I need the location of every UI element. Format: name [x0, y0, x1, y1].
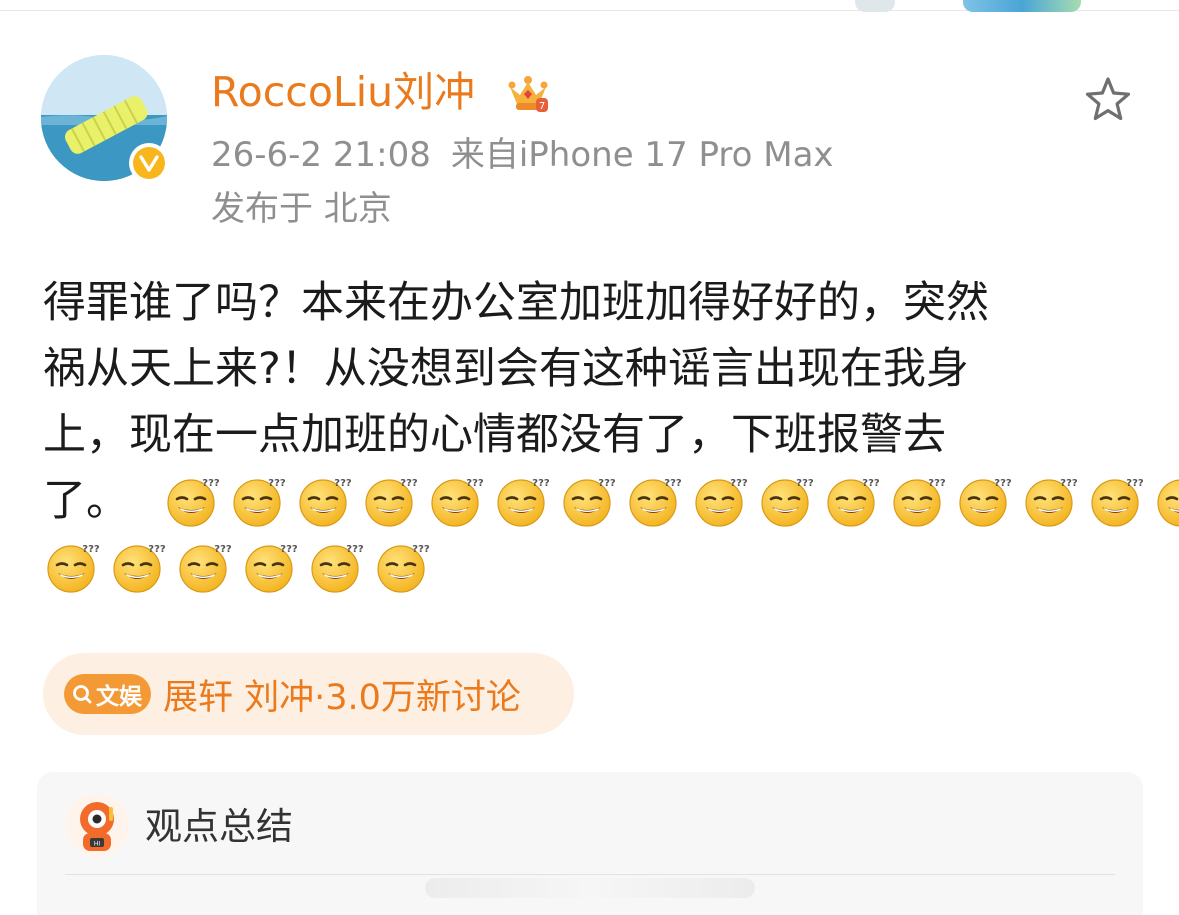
header-decoration	[855, 0, 895, 12]
svg-text:???: ???	[148, 544, 166, 555]
svg-text:???: ???	[280, 544, 298, 555]
post-timestamp: 26-6-2 21:08	[211, 135, 431, 175]
doge-sweat-emoji: ???	[311, 544, 364, 593]
post-text-segment: 上，现在一点加班的心情都没有了，下班报警去	[43, 410, 946, 460]
svg-text:???: ???	[994, 478, 1012, 489]
crown-icon: 7	[508, 76, 548, 112]
header-decoration-banner	[963, 0, 1081, 12]
doge-sweat-emoji: ???	[299, 478, 352, 527]
post-text-line: 了。??????????????????????????????????????…	[43, 468, 1179, 534]
svg-text:???: ???	[466, 478, 484, 489]
ai-assistant-avatar: HI	[65, 793, 129, 857]
search-icon	[73, 685, 92, 704]
doge-sweat-emoji: ???	[431, 478, 484, 527]
favorite-star-icon[interactable]	[1081, 73, 1135, 127]
doge-sweat-emoji: ???	[365, 478, 418, 527]
svg-text:???: ???	[214, 544, 232, 555]
svg-text:???: ???	[1060, 478, 1078, 489]
summary-loading-placeholder	[425, 878, 755, 898]
post-body: 得罪谁了吗？本来在办公室加班加得好好的，突然 祸从天上来?！从没想到会有这种谣言…	[43, 270, 1179, 600]
doge-sweat-emoji: ???	[563, 478, 616, 527]
doge-sweat-emoji: ???	[695, 478, 748, 527]
svg-text:???: ???	[796, 478, 814, 489]
topic-link[interactable]: 文娱 展轩 刘冲·3.0万新讨论	[43, 653, 574, 735]
robot-icon: HI	[65, 793, 129, 857]
svg-text:HI: HI	[94, 841, 101, 848]
topic-text: 展轩 刘冲·3.0万新讨论	[163, 669, 521, 720]
doge-sweat-emoji: ???	[893, 478, 946, 527]
svg-text:???: ???	[400, 478, 418, 489]
summary-divider	[65, 874, 1115, 875]
post-text-segment: 了。	[43, 476, 129, 526]
svg-text:???: ???	[334, 478, 352, 489]
author-name[interactable]: RoccoLiu刘冲	[211, 64, 475, 120]
svg-text:???: ???	[412, 544, 430, 555]
doge-sweat-emoji: ???	[827, 478, 880, 527]
summary-title: 观点总结	[145, 805, 293, 848]
post-location: 发布于 北京	[211, 189, 392, 229]
doge-sweat-emoji: ???	[245, 544, 298, 593]
svg-text:???: ???	[862, 478, 880, 489]
post-text-segment: 得罪谁了吗？本来在办公室加班加得好好的，突然	[43, 278, 989, 328]
emoji-line: ??????????????????	[43, 534, 1138, 600]
verified-icon	[129, 143, 169, 183]
doge-sweat-emoji: ???	[113, 544, 166, 593]
post-text-line: 得罪谁了吗？本来在办公室加班加得好好的，突然	[43, 270, 1138, 336]
svg-text:7: 7	[539, 101, 545, 112]
svg-text:???: ???	[268, 478, 286, 489]
svg-text:???: ???	[202, 478, 220, 489]
doge-sweat-emoji: ???	[1091, 478, 1144, 527]
doge-sweat-emoji: ???	[497, 478, 550, 527]
post-text-line: 上，现在一点加班的心情都没有了，下班报警去	[43, 402, 1138, 468]
post-meta: 26-6-2 21:08 来自iPhone 17 Pro Max	[211, 132, 834, 178]
doge-sweat-emoji: ???	[167, 478, 220, 527]
svg-text:???: ???	[598, 478, 616, 489]
topic-category-label: 文娱	[96, 684, 142, 710]
doge-sweat-emoji: ???	[629, 478, 682, 527]
doge-sweat-emoji: ???	[1025, 478, 1078, 527]
svg-text:???: ???	[532, 478, 550, 489]
doge-sweat-emoji: ???	[179, 544, 232, 593]
doge-sweat-emoji: ???	[1157, 479, 1179, 527]
doge-sweat-emoji: ???	[233, 478, 286, 527]
topic-category-tag: 文娱	[64, 674, 151, 714]
svg-text:???: ???	[346, 544, 364, 555]
svg-text:???: ???	[928, 478, 946, 489]
post-text-line: 祸从天上来?！从没想到会有这种谣言出现在我身	[43, 336, 1138, 402]
post-text-segment: 祸从天上来?！从没想到会有这种谣言出现在我身	[43, 344, 969, 394]
topic-discussion-count: ·3.0万新讨论	[314, 677, 521, 718]
topic-name: 展轩 刘冲	[163, 677, 315, 718]
doge-sweat-emoji: ???	[959, 478, 1012, 527]
doge-sweat-emoji: ???	[377, 544, 430, 593]
doge-sweat-emoji: ???	[761, 478, 814, 527]
doge-sweat-emoji: ???	[47, 544, 100, 593]
svg-text:???: ???	[82, 544, 100, 555]
svg-text:???: ???	[664, 478, 682, 489]
svg-text:???: ???	[1126, 478, 1144, 489]
post-source[interactable]: 来自iPhone 17 Pro Max	[451, 135, 834, 175]
svg-text:???: ???	[730, 478, 748, 489]
